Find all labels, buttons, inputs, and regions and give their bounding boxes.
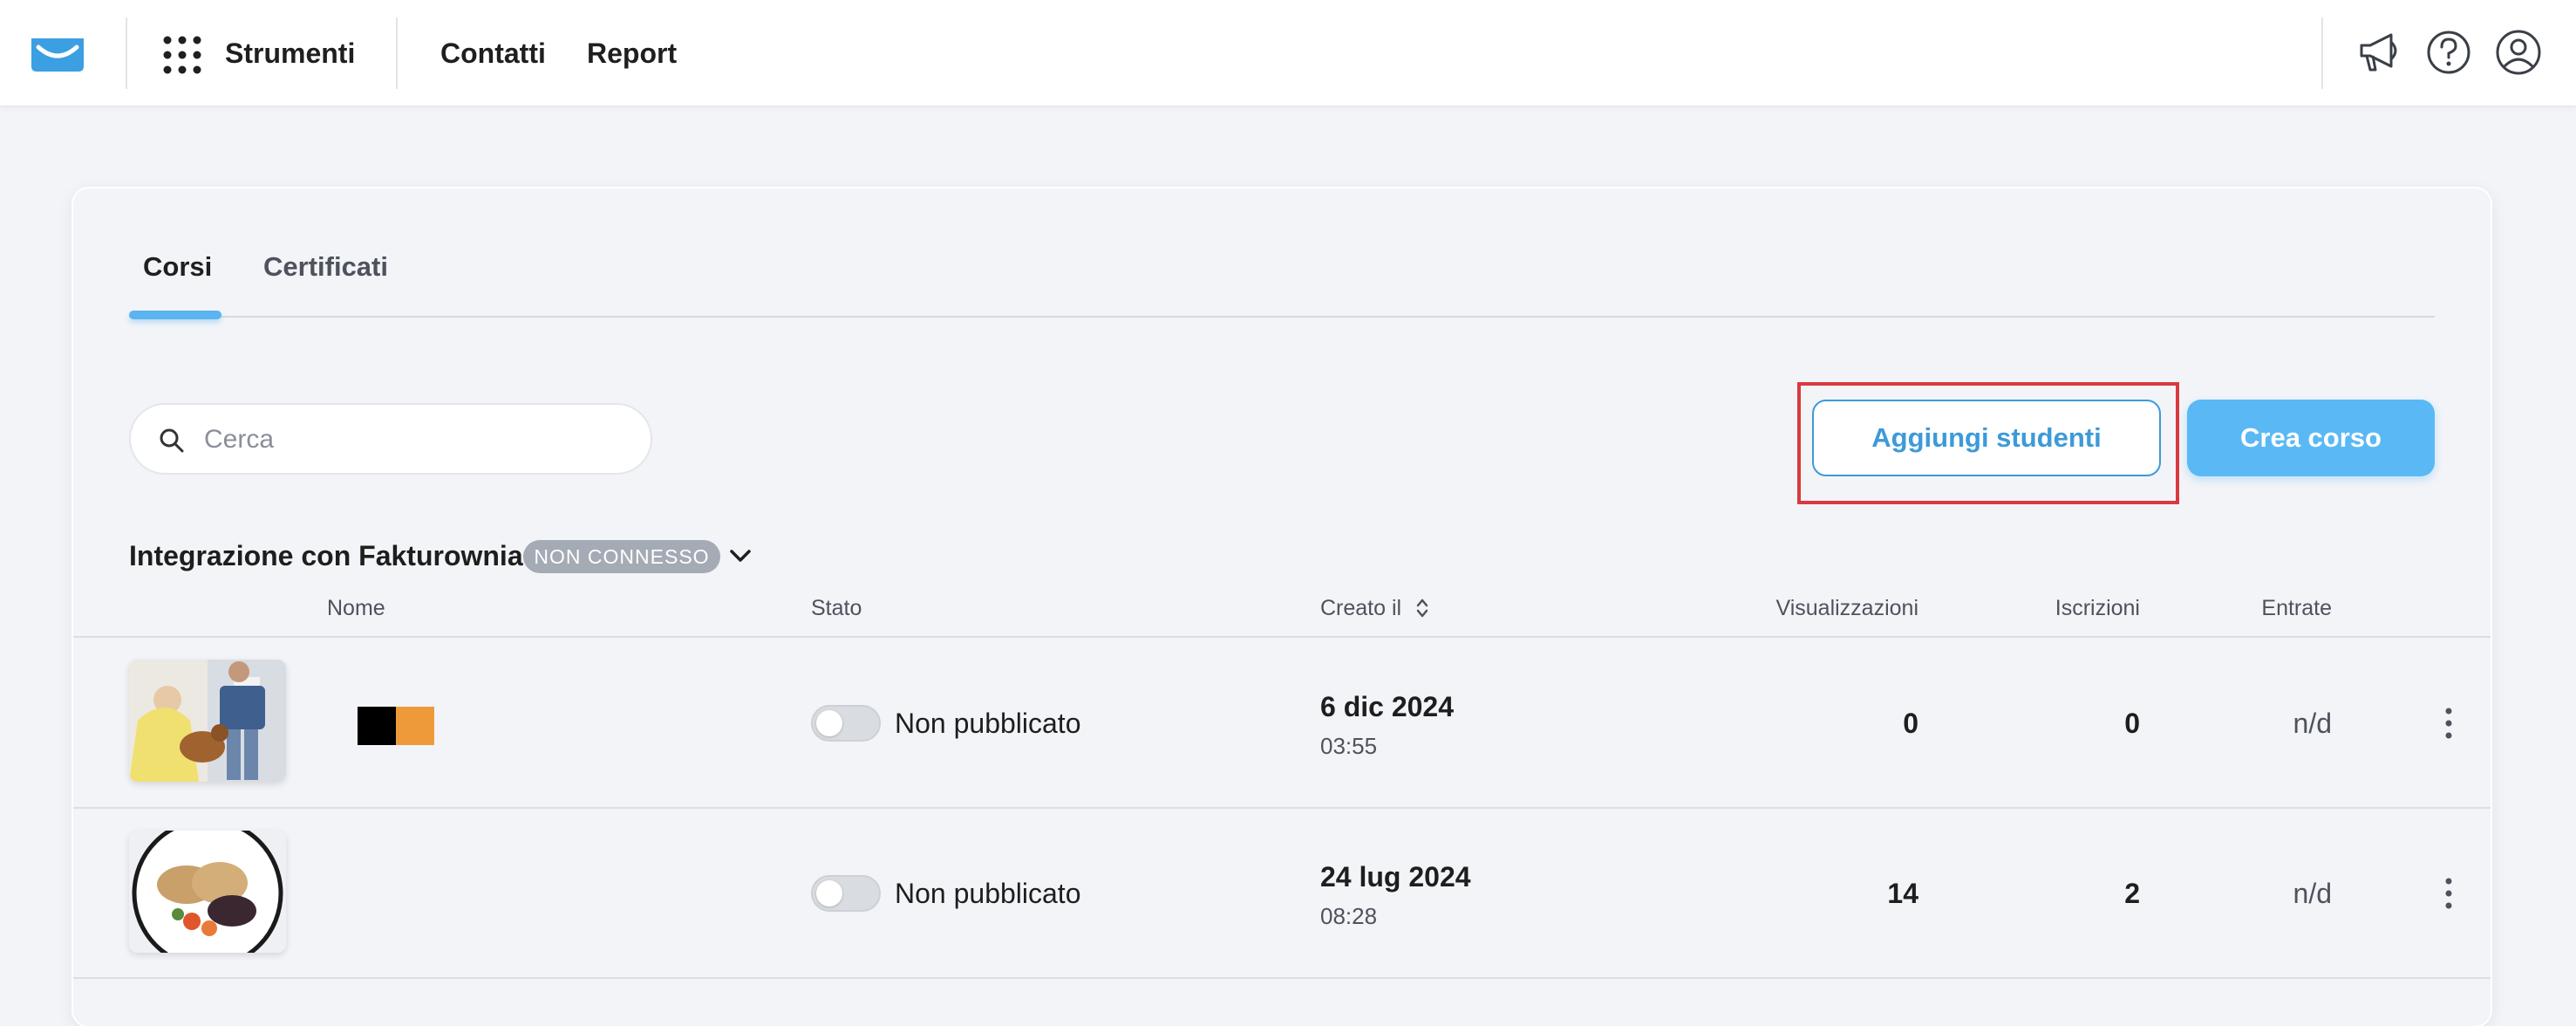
search-input[interactable] bbox=[204, 421, 623, 459]
course-logo-swatch bbox=[358, 707, 434, 745]
more-options-icon[interactable] bbox=[2438, 706, 2459, 741]
divider bbox=[126, 17, 127, 89]
tab-certificates[interactable]: Certificati bbox=[263, 250, 388, 284]
column-header-enrollments: Iscrizioni bbox=[2055, 596, 2140, 620]
created-date: 6 dic 2024 bbox=[1320, 691, 1454, 722]
created-date: 24 lug 2024 bbox=[1320, 861, 1471, 893]
top-navigation-bar: Strumenti Contatti Report bbox=[0, 0, 2576, 106]
created-time: 08:28 bbox=[1320, 903, 1378, 929]
publish-status: Non pubblicato bbox=[895, 878, 1081, 909]
apps-grid-icon[interactable] bbox=[162, 35, 202, 75]
row-divider bbox=[73, 807, 2491, 809]
enrollments-count: 2 bbox=[2124, 878, 2140, 909]
nav-reports[interactable]: Report bbox=[587, 35, 677, 72]
column-header-views: Visualizzazioni bbox=[1775, 596, 1918, 620]
integration-title: Integrazione con Fakturownia bbox=[129, 540, 523, 571]
column-header-revenue: Entrate bbox=[2261, 596, 2332, 620]
add-students-button[interactable]: Aggiungi studenti bbox=[1812, 400, 2161, 476]
enrollments-count: 0 bbox=[2124, 708, 2140, 739]
publish-toggle[interactable] bbox=[811, 875, 881, 912]
user-account-icon[interactable] bbox=[2492, 26, 2545, 79]
nav-contacts[interactable]: Contatti bbox=[440, 35, 546, 72]
created-time: 03:55 bbox=[1320, 733, 1378, 759]
tab-courses[interactable]: Corsi bbox=[143, 250, 212, 284]
course-thumbnail[interactable] bbox=[129, 831, 286, 953]
divider bbox=[2321, 17, 2323, 89]
revenue-value: n/d bbox=[2293, 878, 2332, 909]
publish-toggle[interactable] bbox=[811, 705, 881, 742]
views-count: 14 bbox=[1887, 878, 1918, 909]
more-options-icon[interactable] bbox=[2438, 876, 2459, 911]
active-tab-indicator bbox=[129, 311, 221, 319]
tabs-divider bbox=[129, 316, 2435, 318]
sort-icon[interactable] bbox=[1416, 597, 1428, 619]
nav-tools[interactable]: Strumenti bbox=[225, 35, 355, 72]
toggle-knob bbox=[816, 710, 842, 736]
search-box[interactable] bbox=[129, 403, 652, 475]
publish-status: Non pubblicato bbox=[895, 708, 1081, 739]
views-count: 0 bbox=[1903, 708, 1918, 739]
divider bbox=[396, 17, 398, 89]
create-course-button[interactable]: Crea corso bbox=[2187, 400, 2435, 476]
revenue-value: n/d bbox=[2293, 708, 2332, 739]
column-header-status: Stato bbox=[811, 596, 862, 620]
integration-status-badge: NON CONNESSO bbox=[523, 540, 720, 573]
help-icon[interactable] bbox=[2423, 26, 2475, 79]
column-header-created[interactable]: Creato il bbox=[1320, 593, 1401, 623]
table-divider bbox=[73, 636, 2491, 638]
course-thumbnail[interactable] bbox=[129, 660, 286, 782]
megaphone-icon[interactable] bbox=[2355, 26, 2407, 79]
getresponse-logo-icon[interactable] bbox=[30, 35, 85, 73]
search-icon bbox=[160, 428, 184, 453]
toggle-knob bbox=[816, 880, 842, 906]
column-header-name: Nome bbox=[327, 596, 385, 620]
chevron-down-icon[interactable] bbox=[727, 543, 753, 569]
